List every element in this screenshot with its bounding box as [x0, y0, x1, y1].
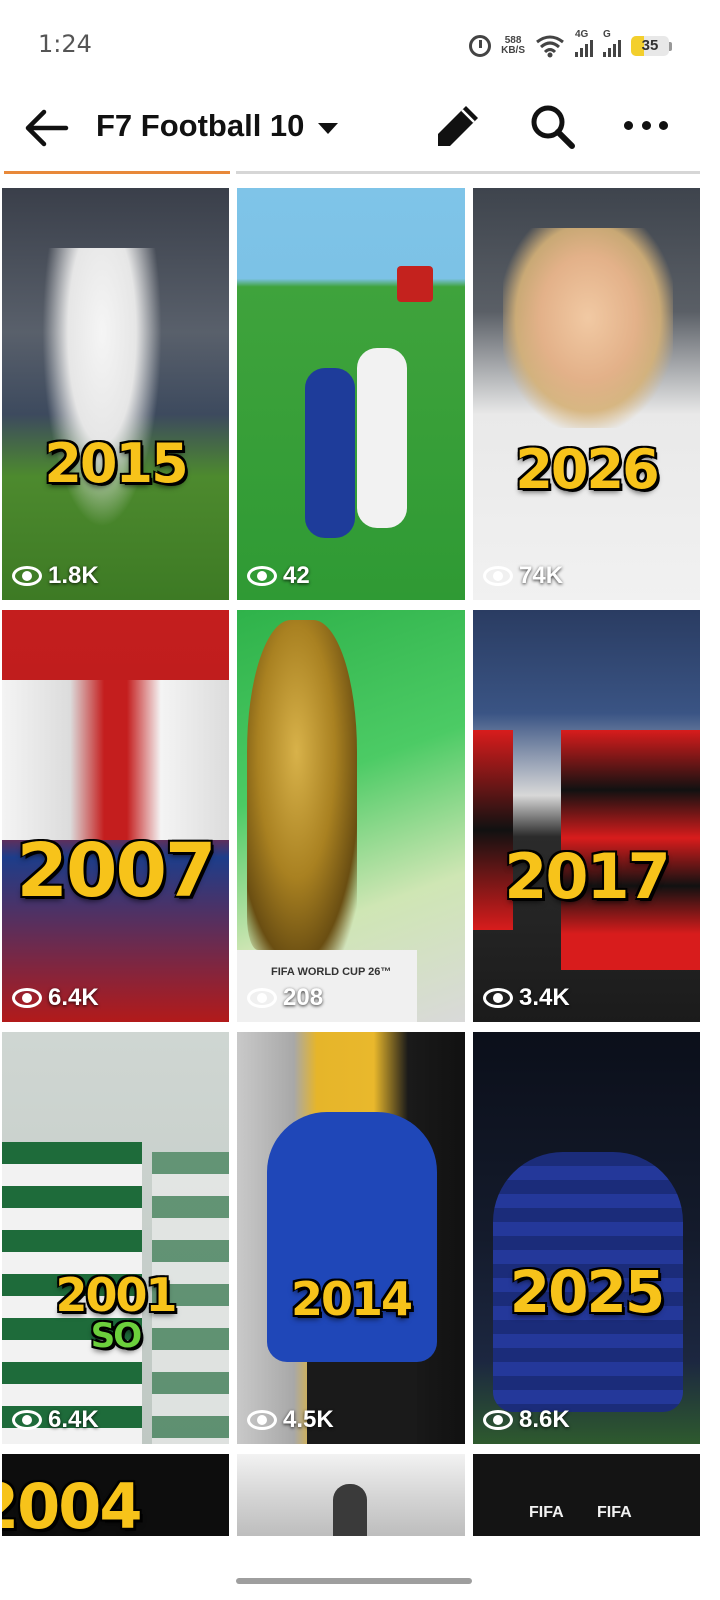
- video-year: 2001: [55, 1268, 177, 1322]
- eye-icon: [12, 988, 42, 1008]
- network-speed-unit: KB/S: [501, 45, 525, 56]
- wifi-icon: [536, 35, 564, 58]
- battery-icon: 35: [631, 36, 672, 56]
- network-speed: 588 KB/S: [501, 36, 525, 56]
- battery-level: 35: [641, 37, 659, 54]
- app-bar: F7 Football 10: [0, 90, 720, 170]
- view-count: 74K: [483, 562, 563, 590]
- video-tile[interactable]: 2015 1.8K: [2, 188, 229, 600]
- chevron-down-icon: [318, 122, 339, 134]
- view-count-value: 3.4K: [519, 984, 570, 1011]
- view-count: 3.4K: [483, 984, 570, 1012]
- eye-icon: [247, 1410, 277, 1430]
- signal-type-label: 4G: [575, 29, 589, 40]
- signal-type-label: G: [603, 29, 611, 40]
- video-year: 2014: [290, 1272, 413, 1326]
- view-count: 42: [247, 562, 310, 590]
- video-year: 2015: [44, 432, 188, 495]
- view-count: 1.8K: [12, 562, 99, 590]
- video-year: 2017: [504, 840, 671, 913]
- tile-caption: FIFA: [529, 1504, 564, 1521]
- video-year: 2026: [515, 438, 659, 501]
- view-count-value: 6.4K: [48, 1406, 99, 1433]
- video-tile[interactable]: 2014 4.5K: [237, 1032, 465, 1444]
- pencil-icon[interactable]: [432, 100, 484, 152]
- view-count-value: 8.6K: [519, 1406, 570, 1433]
- video-tile[interactable]: FIFA WORLD CUP 26™ 208: [237, 610, 465, 1022]
- eye-icon: [247, 988, 277, 1008]
- alarm-icon: [469, 35, 492, 57]
- home-indicator[interactable]: [236, 1578, 472, 1584]
- video-year: 2007: [16, 828, 217, 914]
- video-tile[interactable]: 2007 6.4K: [2, 610, 229, 1022]
- signal-icon: 4G: [575, 29, 593, 57]
- search-icon[interactable]: [528, 102, 576, 150]
- view-count: 8.6K: [483, 1406, 570, 1434]
- view-count: 6.4K: [12, 1406, 99, 1434]
- back-arrow-icon[interactable]: [22, 106, 70, 150]
- status-bar: 1:24 588 KB/S 4G G 35: [0, 0, 720, 90]
- eye-icon: [483, 1410, 513, 1430]
- eye-icon: [12, 1410, 42, 1430]
- video-grid: 2015 1.8K 42 2026 74K 2007 6.4K FIFA WOR…: [0, 174, 720, 1536]
- eye-icon: [483, 988, 513, 1008]
- more-dots-icon[interactable]: [624, 110, 668, 140]
- eye-icon: [247, 566, 277, 586]
- tile-caption: FIFA: [597, 1504, 632, 1521]
- eye-icon: [483, 566, 513, 586]
- video-tile[interactable]: FIFA FIFA: [473, 1454, 700, 1536]
- video-tile[interactable]: 2001 SO 6.4K: [2, 1032, 229, 1444]
- status-icons: 588 KB/S 4G G 35: [469, 29, 672, 62]
- video-tile[interactable]: 2025 8.6K: [473, 1032, 700, 1444]
- view-count-value: 42: [283, 562, 310, 589]
- view-count-value: 4.5K: [283, 1406, 334, 1433]
- video-tile[interactable]: [237, 1454, 465, 1536]
- status-time: 1:24: [38, 30, 92, 58]
- video-subtext: SO: [90, 1316, 142, 1356]
- video-tile[interactable]: 2017 3.4K: [473, 610, 700, 1022]
- view-count-value: 6.4K: [48, 984, 99, 1011]
- view-count-value: 1.8K: [48, 562, 99, 589]
- video-tile[interactable]: 42: [237, 188, 465, 600]
- page-title: F7 Football 10: [96, 108, 305, 143]
- eye-icon: [12, 566, 42, 586]
- playlist-selector[interactable]: F7 Football 10: [96, 108, 339, 144]
- view-count: 4.5K: [247, 1406, 334, 1434]
- video-year: 2025: [509, 1258, 665, 1326]
- video-year: 2004: [2, 1470, 143, 1536]
- video-tile[interactable]: 2004: [2, 1454, 229, 1536]
- view-count-value: 74K: [519, 562, 564, 589]
- signal-icon: G: [603, 29, 621, 57]
- trophy-caption: FIFA WORLD CUP 26™: [271, 966, 392, 978]
- view-count: 6.4K: [12, 984, 99, 1012]
- video-tile[interactable]: 2026 74K: [473, 188, 700, 600]
- view-count-value: 208: [283, 984, 324, 1011]
- view-count: 208: [247, 984, 323, 1012]
